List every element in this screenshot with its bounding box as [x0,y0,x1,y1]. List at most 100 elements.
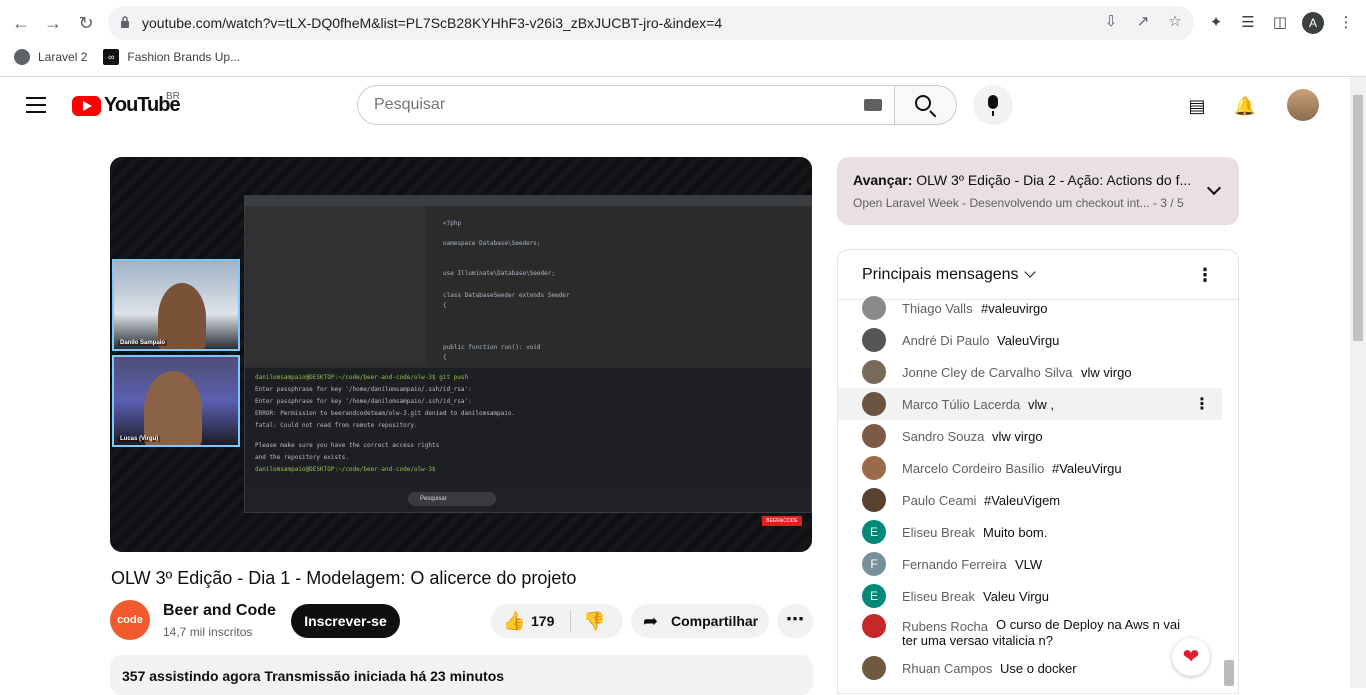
search-input[interactable]: Pesquisar [357,85,895,125]
page-scrollbar[interactable] [1350,77,1366,688]
browser-profile-avatar[interactable]: A [1302,12,1324,34]
bookmark-star-icon[interactable]: ☆ [1166,13,1184,31]
chat-author-avatar[interactable] [862,456,886,480]
search-button[interactable] [894,85,957,125]
chat-message[interactable]: André Di Paulo ValeuVirgu [838,324,1222,356]
side-panel-icon[interactable]: ◫ [1270,13,1290,33]
chat-author-name[interactable]: André Di Paulo [902,333,989,348]
chat-message[interactable]: Paulo Ceami #ValeuVigem [838,484,1222,516]
chat-author-avatar[interactable] [862,614,886,638]
browser-menu-icon[interactable]: ⋮ [1336,13,1356,33]
chat-scrollbar[interactable] [1224,660,1234,686]
chevron-down-icon[interactable] [1024,266,1036,278]
chat-message[interactable]: Thiago Valls #valeuvirgo [838,292,1222,324]
chat-message[interactable]: Jonne Cley de Carvalho Silva vlw virgo [838,356,1222,388]
chat-message-text: Muito bom. [983,525,1048,540]
chat-author-avatar[interactable] [862,360,886,384]
chat-author-name[interactable]: Fernando Ferreira [902,557,1007,572]
message-options-icon[interactable]: ⋮ [1194,394,1210,414]
microphone-icon [988,95,998,116]
chat-author-avatar[interactable] [862,488,886,512]
channel-avatar[interactable]: code [110,600,150,640]
chat-message-text: vlw virgo [992,429,1043,444]
chat-message[interactable]: Marcelo Cordeiro Basílio #ValeuVirgu [838,452,1222,484]
next-prefix: Avançar: [853,172,913,188]
create-video-icon[interactable]: ▤ [1185,94,1209,118]
webcam-danilo: Danilo Sampaio [112,259,240,351]
bookmarks-bar: Laravel 2 ∞ Fashion Brands Up... [14,49,240,65]
video-player[interactable]: <?php namespace Database\Seeders; use Il… [110,157,812,552]
chat-author-name[interactable]: Marcelo Cordeiro Basílio [902,461,1044,476]
chat-message-text: #ValeuVigem [984,493,1061,508]
chat-author-avatar[interactable] [862,656,886,680]
chat-message[interactable]: Rhuan Campos Use o docker [838,652,1222,684]
back-icon[interactable]: ← [10,12,32,34]
chat-author-avatar[interactable]: E [862,520,886,544]
install-app-icon[interactable]: ⇩ [1102,13,1120,31]
chat-message[interactable]: E Eliseu Break Muito bom. [838,516,1222,548]
chat-mode-selector[interactable]: Principais mensagens [862,266,1019,284]
chat-message[interactable]: F Fernando Ferreira VLW [838,548,1222,580]
share-button[interactable]: ➦ Compartilhar [631,604,769,638]
youtube-logo[interactable]: YouTube [72,94,181,117]
chat-author-avatar[interactable] [862,392,886,416]
chat-author-avatar[interactable] [862,328,886,352]
extensions-icon[interactable]: ✦ [1206,13,1226,33]
chat-author-name[interactable]: Sandro Souza [902,429,984,444]
chat-author-avatar[interactable] [862,296,886,320]
description-box[interactable]: 357 assistindo agora Transmissão iniciad… [110,655,813,695]
channel-name[interactable]: Beer and Code [163,602,276,620]
menu-icon[interactable] [26,97,46,113]
chat-author-name[interactable]: Jonne Cley de Carvalho Silva [902,365,1073,380]
chat-message[interactable]: Sandro Souza vlw virgo [838,420,1222,452]
address-bar[interactable]: youtube.com/watch?v=tLX-DQ0fheM&list=PL7… [108,6,1194,40]
like-count[interactable]: 179 [531,613,554,629]
chat-author-name[interactable]: Eliseu Break [902,525,975,540]
chat-menu-icon[interactable]: ⋮ [1196,266,1214,284]
keyboard-icon[interactable] [864,99,882,111]
chat-message-text: VLW [1015,557,1043,572]
bookmark-laravel[interactable]: Laravel 2 [14,49,87,65]
chat-author-name[interactable]: Thiago Valls [902,301,973,316]
more-actions-button[interactable]: ⋯ [777,604,813,638]
chat-author-avatar[interactable]: F [862,552,886,576]
voice-search-button[interactable] [973,85,1013,125]
playlist-next-panel[interactable]: Avançar: OLW 3º Edição - Dia 2 - Ação: A… [837,157,1239,225]
chat-author-name[interactable]: Paulo Ceami [902,493,976,508]
chat-author-avatar[interactable] [862,424,886,448]
bookmark-fashion-brands[interactable]: ∞ Fashion Brands Up... [103,49,240,65]
chat-author-name[interactable]: Eliseu Break [902,589,975,604]
dislike-icon[interactable]: 👎 [583,612,605,630]
like-icon[interactable]: 👍 [503,612,525,630]
share-page-icon[interactable]: ↗ [1134,13,1152,31]
chat-message[interactable]: Marco Túlio Lacerda vlw , ⋮ [838,388,1222,420]
globe-icon [14,49,30,65]
chat-message[interactable]: Rubens Rocha O curso de Deploy na Aws n v… [838,610,1222,650]
forward-icon[interactable]: → [42,12,64,34]
media-queue-icon[interactable]: ☰ [1238,13,1258,33]
youtube-play-icon [72,95,101,116]
user-avatar[interactable] [1287,89,1319,121]
chat-author-name[interactable]: Rhuan Campos [902,661,992,676]
ide-screen: <?php namespace Database\Seeders; use Il… [244,195,812,513]
reload-icon[interactable]: ↻ [75,12,97,34]
chevron-down-icon[interactable] [1206,180,1222,196]
region-code: BR [166,91,180,102]
search-icon [915,95,931,111]
youtube-header: YouTube BR Pesquisar ▤ 🔔 [0,77,1350,133]
url-text[interactable]: youtube.com/watch?v=tLX-DQ0fheM&list=PL7… [142,15,722,31]
notifications-bell-icon[interactable]: 🔔 [1233,94,1257,118]
infinity-icon: ∞ [103,49,120,65]
chat-message-text: O curso de Deploy na Aws n vai ter uma v… [902,617,1181,648]
chat-message-text: Valeu Virgu [983,589,1050,604]
channel-watermark: BEER&CODE [762,516,802,526]
chat-message[interactable]: E Eliseu Break Valeu Virgu [838,580,1222,612]
playlist-name: Open Laravel Week - Desenvolvendo um che… [853,196,1150,210]
chat-author-avatar[interactable]: E [862,584,886,608]
subscribe-button[interactable]: Inscrever-se [291,604,400,638]
heart-reaction-button[interactable]: ❤ [1172,638,1210,676]
chat-author-name[interactable]: Marco Túlio Lacerda [902,397,1020,412]
live-chat: Principais mensagens ⋮ Thiago Valls #vale… [837,249,1239,694]
subscriber-count: 14,7 mil inscritos [163,625,253,639]
chat-message-text: Use o docker [1000,661,1077,676]
